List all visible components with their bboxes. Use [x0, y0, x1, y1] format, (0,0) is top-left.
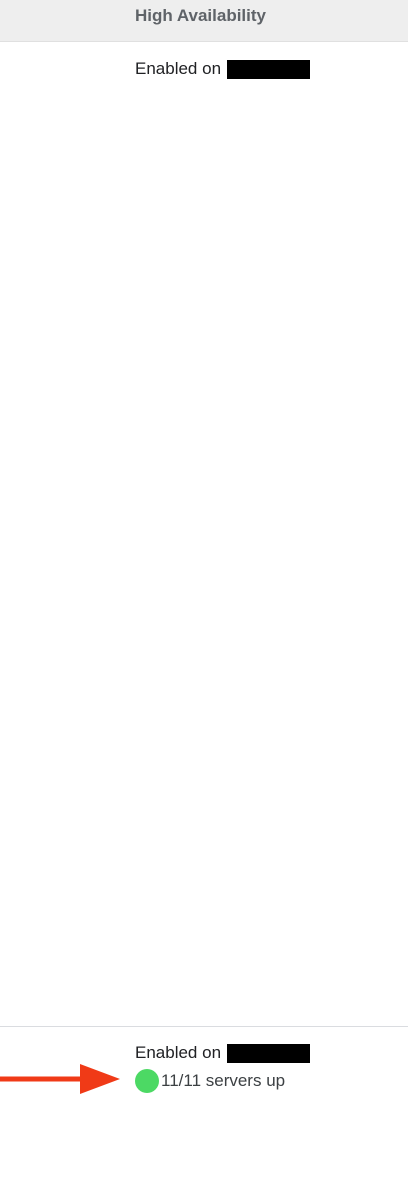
status-text: Enabled on	[135, 59, 222, 78]
arrow-right-icon	[0, 1064, 120, 1094]
row-divider	[0, 1026, 408, 1027]
status-dot-icon	[135, 1069, 159, 1093]
column-header: High Availability	[0, 0, 408, 42]
status-row-2: Enabled on	[135, 1043, 311, 1063]
redacted-server-name	[227, 1043, 311, 1063]
redacted-server-name	[227, 59, 311, 79]
column-header-title: High Availability	[135, 6, 266, 25]
status-row-1: Enabled on	[135, 59, 311, 79]
page: High Availability Enabled on Enabled on …	[0, 0, 408, 1198]
servers-up-text: 11/11 servers up	[161, 1071, 286, 1090]
status-text: Enabled on	[135, 1043, 222, 1062]
servers-status: 11/11 servers up	[135, 1069, 285, 1093]
